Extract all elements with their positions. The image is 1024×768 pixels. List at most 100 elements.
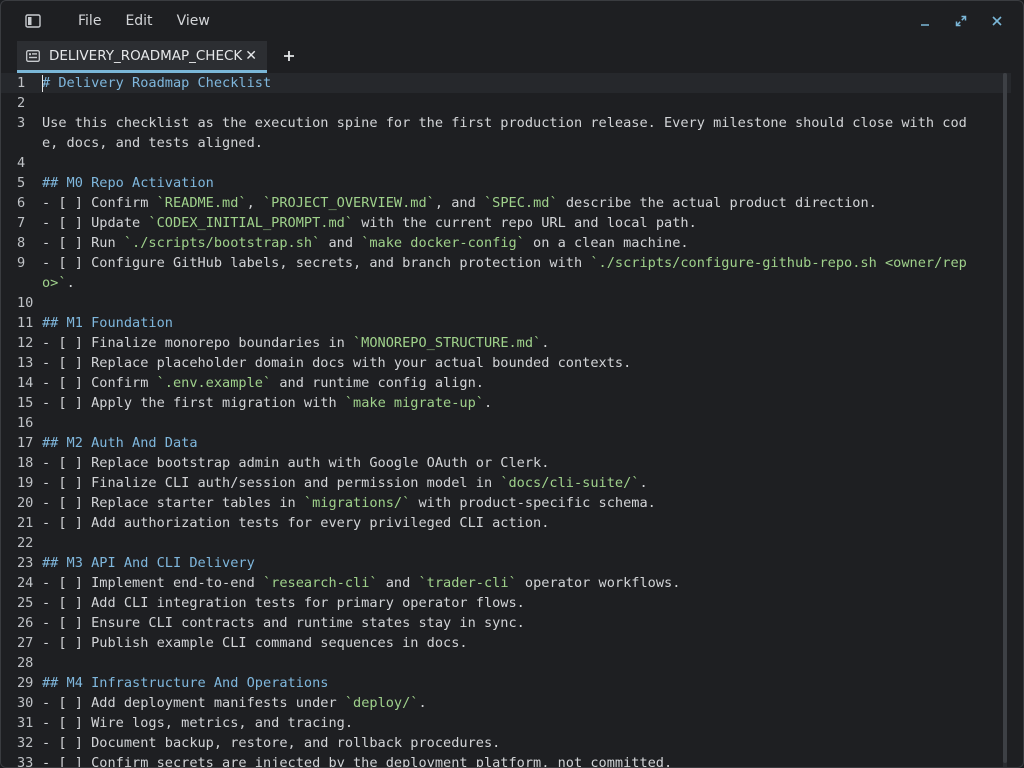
line-number: 26 xyxy=(17,615,34,631)
line-number: 5 xyxy=(17,175,26,191)
editor-line[interactable]: 15 - [ ] Apply the first migration with `… xyxy=(1,393,1011,413)
plus-icon xyxy=(284,51,294,61)
editor-line[interactable]: 28 xyxy=(1,653,1011,673)
vertical-scrollbar[interactable] xyxy=(1003,73,1007,767)
inline-code: `deploy/` xyxy=(344,695,419,711)
line-text: . xyxy=(541,335,550,351)
line-content: - [ ] Publish example CLI command sequen… xyxy=(42,633,972,653)
new-tab-button[interactable] xyxy=(275,40,303,72)
editor-line[interactable]: 14 - [ ] Confirm `.env.example` and runti… xyxy=(1,373,1011,393)
editor-line[interactable]: 7 - [ ] Update `CODEX_INITIAL_PROMPT.md` … xyxy=(1,213,1011,233)
maximize-button[interactable] xyxy=(943,6,979,36)
line-content: - [ ] Confirm secrets are injected by th… xyxy=(42,753,972,767)
editor-line[interactable]: 6 - [ ] Confirm `README.md`, `PROJECT_OVE… xyxy=(1,193,1011,213)
editor-line[interactable]: 4 xyxy=(1,153,1011,173)
line-number: 15 xyxy=(17,395,34,411)
line-text: - [ ] Finalize CLI auth/session and perm… xyxy=(42,475,501,491)
editor-line[interactable]: 25 - [ ] Add CLI integration tests for pr… xyxy=(1,593,1011,613)
minimize-button[interactable] xyxy=(907,6,943,36)
line-number: 11 xyxy=(17,315,34,331)
line-number: 32 xyxy=(17,735,34,751)
line-text: with the current repo URL and local path… xyxy=(353,215,697,231)
editor-line[interactable]: 18 - [ ] Replace bootstrap admin auth wit… xyxy=(1,453,1011,473)
line-number: 9 xyxy=(17,255,26,271)
editor-line[interactable]: 11 ## M1 Foundation xyxy=(1,313,1011,333)
text-editor[interactable]: 1 # Delivery Roadmap Checklist 2 3 Use this … xyxy=(1,73,1011,768)
line-text: . xyxy=(66,275,75,291)
editor-line[interactable]: 9 - [ ] Configure GitHub labels, secrets,… xyxy=(1,253,1011,293)
editor-line[interactable]: 23 ## M3 API And CLI Delivery xyxy=(1,553,1011,573)
line-number: 16 xyxy=(17,415,34,431)
line-content: - [ ] Replace bootstrap admin auth with … xyxy=(42,453,972,473)
line-number: 22 xyxy=(17,535,34,551)
line-number: 33 xyxy=(17,755,34,768)
line-text: - [ ] Replace placeholder domain docs wi… xyxy=(42,355,632,371)
editor-line[interactable]: 33 - [ ] Confirm secrets are injected by … xyxy=(1,753,1011,768)
line-number: 2 xyxy=(17,95,26,111)
line-text: - [ ] Confirm xyxy=(42,375,157,391)
editor-line[interactable]: 29 ## M4 Infrastructure And Operations xyxy=(1,673,1011,693)
line-number: 23 xyxy=(17,555,34,571)
line-content: - [ ] Replace placeholder domain docs wi… xyxy=(42,353,972,373)
line-number: 28 xyxy=(17,655,34,671)
editor-line[interactable]: 31 - [ ] Wire logs, metrics, and tracing. xyxy=(1,713,1011,733)
line-text: describe the actual product direction. xyxy=(557,195,877,211)
line-number: 19 xyxy=(17,475,34,491)
line-number: 3 xyxy=(17,115,26,131)
editor-line[interactable]: 10 xyxy=(1,293,1011,313)
tab-close-icon[interactable]: ✕ xyxy=(245,49,257,63)
editor-line[interactable]: 8 - [ ] Run `./scripts/bootstrap.sh` and … xyxy=(1,233,1011,253)
editor-line[interactable]: 27 - [ ] Publish example CLI command sequ… xyxy=(1,633,1011,653)
line-number: 30 xyxy=(17,695,34,711)
menu-view[interactable]: View xyxy=(165,9,222,33)
line-text: - [ ] Apply the first migration with xyxy=(42,395,345,411)
markdown-heading: ## M2 Auth And Data xyxy=(42,435,198,451)
menu-bar: File Edit View xyxy=(66,9,222,33)
editor-window: File Edit View DELIVERY_ROADMAP_CHECKI ✕… xyxy=(0,0,1024,768)
editor-line[interactable]: 2 xyxy=(1,93,1011,113)
menu-file[interactable]: File xyxy=(66,9,113,33)
editor-line[interactable]: 26 - [ ] Ensure CLI contracts and runtime… xyxy=(1,613,1011,633)
editor-line[interactable]: 13 - [ ] Replace placeholder domain docs … xyxy=(1,353,1011,373)
line-content: ## M3 API And CLI Delivery xyxy=(42,553,972,573)
tab-delivery-roadmap[interactable]: DELIVERY_ROADMAP_CHECKI ✕ xyxy=(17,41,267,73)
editor-line[interactable]: 21 - [ ] Add authorization tests for ever… xyxy=(1,513,1011,533)
line-content: - [ ] Finalize monorepo boundaries in `M… xyxy=(42,333,972,353)
line-content: - [ ] Implement end-to-end `research-cli… xyxy=(42,573,972,593)
line-content: ## M4 Infrastructure And Operations xyxy=(42,673,972,693)
editor-line[interactable]: 19 - [ ] Finalize CLI auth/session and pe… xyxy=(1,473,1011,493)
close-window-button[interactable] xyxy=(979,6,1015,36)
line-content: - [ ] Add deployment manifests under `de… xyxy=(42,693,972,713)
line-text: and runtime config align. xyxy=(271,375,484,391)
tab-title: DELIVERY_ROADMAP_CHECKI xyxy=(49,47,243,64)
line-content xyxy=(42,153,972,173)
editor-line[interactable]: 30 - [ ] Add deployment manifests under `… xyxy=(1,693,1011,713)
editor-line[interactable]: 20 - [ ] Replace starter tables in `migra… xyxy=(1,493,1011,513)
line-number: 4 xyxy=(17,155,26,171)
markdown-heading: ## M3 API And CLI Delivery xyxy=(42,555,255,571)
line-content xyxy=(42,93,972,113)
line-content xyxy=(42,533,972,553)
inline-code: `make migrate-up` xyxy=(344,395,484,411)
editor-line[interactable]: 1 # Delivery Roadmap Checklist xyxy=(1,73,1011,93)
scrollbar-thumb[interactable] xyxy=(1003,73,1007,763)
line-number: 7 xyxy=(17,215,26,231)
editor-line[interactable]: 5 ## M0 Repo Activation xyxy=(1,173,1011,193)
editor-line[interactable]: 24 - [ ] Implement end-to-end `research-c… xyxy=(1,573,1011,593)
sidebar-toggle-icon[interactable] xyxy=(18,6,48,36)
line-content: - [ ] Ensure CLI contracts and runtime s… xyxy=(42,613,972,633)
line-number: 31 xyxy=(17,715,34,731)
line-text: - [ ] Implement end-to-end xyxy=(42,575,263,591)
editor-line[interactable]: 17 ## M2 Auth And Data xyxy=(1,433,1011,453)
editor-line[interactable]: 12 - [ ] Finalize monorepo boundaries in … xyxy=(1,333,1011,353)
line-text: - [ ] Add deployment manifests under xyxy=(42,695,345,711)
editor-line[interactable]: 3 Use this checklist as the execution spi… xyxy=(1,113,1011,153)
inline-code: `CODEX_INITIAL_PROMPT.md` xyxy=(148,215,354,231)
editor-line[interactable]: 16 xyxy=(1,413,1011,433)
line-number: 17 xyxy=(17,435,34,451)
inline-code: `./scripts/bootstrap.sh` xyxy=(123,235,321,251)
inline-code: `make docker-config` xyxy=(361,235,525,251)
editor-line[interactable]: 32 - [ ] Document backup, restore, and ro… xyxy=(1,733,1011,753)
menu-edit[interactable]: Edit xyxy=(113,9,164,33)
editor-line[interactable]: 22 xyxy=(1,533,1011,553)
